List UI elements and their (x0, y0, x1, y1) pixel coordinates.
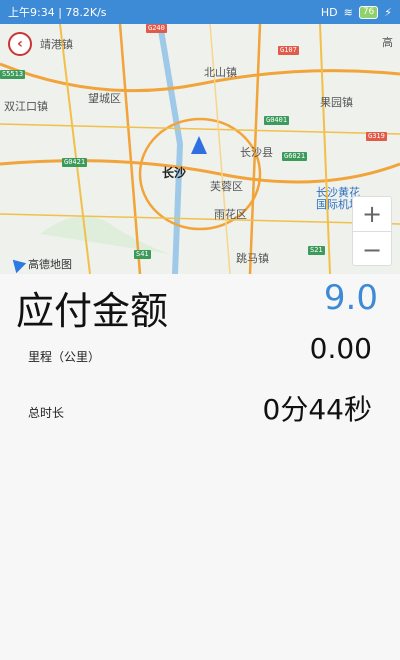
amap-arrow-icon (7, 254, 27, 274)
map-label-guoyuan: 果园镇 (320, 96, 353, 109)
map-label-jinggang: 靖港镇 (40, 38, 73, 51)
map-label-beishan: 北山镇 (204, 66, 237, 79)
shield-s21: S21 (308, 246, 325, 255)
back-button[interactable]: ‹ (8, 32, 32, 56)
zoom-control[interactable]: + − (352, 196, 392, 266)
duration-label: 总时长 (28, 406, 65, 420)
shield-s41: S41 (134, 250, 151, 259)
map-label-tiaoma: 跳马镇 (236, 252, 269, 265)
zoom-out-button[interactable]: − (353, 232, 391, 267)
status-time: 上午9:34 | 78.2K/s (8, 6, 107, 19)
map-label-gao: 高 (382, 36, 393, 49)
battery-icon: 76 (358, 5, 379, 19)
amap-logo: 高德地图 (7, 254, 72, 274)
back-arrow-icon: ‹ (17, 36, 23, 52)
map-view[interactable]: ‹ 靖港镇 北山镇 望城区 果园镇 双江口镇 长沙 长沙县 芙蓉区 雨花区 长沙… (0, 24, 400, 274)
map-label-furong: 芙蓉区 (210, 180, 243, 193)
distance-value: 0.00 (309, 332, 372, 365)
amap-logo-text: 高德地图 (28, 258, 72, 271)
fare-panel: 应付金额 9.0 里程（公里） 0.00 总时长 0分44秒 (0, 274, 400, 660)
map-label-wangcheng: 望城区 (88, 92, 121, 105)
location-arrow-icon (191, 136, 207, 154)
network-icon: HD (320, 5, 338, 19)
map-label-changsha: 长沙 (162, 166, 187, 180)
charging-icon: ⚡ (384, 5, 392, 19)
shield-g6021: G6021 (282, 152, 308, 161)
wifi-icon: ≋ (343, 5, 353, 19)
map-label-yuhua: 雨花区 (214, 208, 247, 221)
shield-g240: G240 (146, 24, 167, 33)
duration-value: 0分44秒 (262, 393, 372, 426)
shield-g107: G107 (278, 46, 299, 55)
fare-value: 9.0 (323, 278, 378, 318)
fare-label: 应付金额 (16, 289, 169, 333)
map-label-shuangjiang: 双江口镇 (4, 100, 48, 113)
shield-g0401: G0401 (264, 116, 290, 125)
shield-g319: G319 (366, 132, 387, 141)
shield-s5513: S5513 (0, 70, 26, 79)
map-label-changshaxian: 长沙县 (240, 146, 273, 159)
shield-g0421: G0421 (62, 158, 88, 167)
zoom-in-button[interactable]: + (353, 197, 391, 232)
distance-label: 里程（公里） (28, 350, 101, 364)
status-bar: 上午9:34 | 78.2K/s HD ≋ 76 ⚡ (0, 0, 400, 24)
